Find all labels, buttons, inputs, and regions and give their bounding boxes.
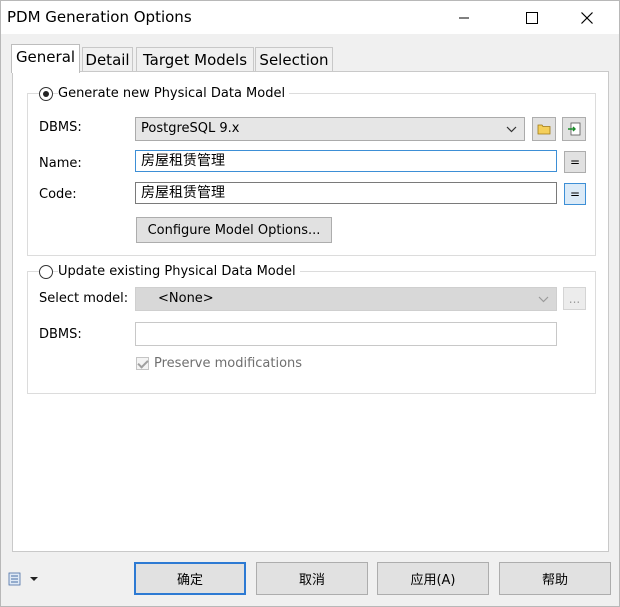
name-equals-button[interactable]: = (564, 151, 586, 173)
close-button[interactable] (564, 1, 610, 34)
tab-detail[interactable]: Detail (82, 47, 133, 72)
pdm-generation-options-window: PDM Generation Options General Detail Ta… (0, 0, 620, 607)
ok-button[interactable]: 确定 (134, 562, 246, 595)
maximize-button[interactable] (509, 1, 555, 34)
name-label: Name: (39, 156, 82, 171)
options-menu-button[interactable] (8, 571, 40, 591)
tab-general[interactable]: General (11, 44, 80, 73)
generate-new-radio[interactable] (39, 87, 53, 101)
update-existing-radio[interactable] (39, 265, 53, 279)
title-bar[interactable]: PDM Generation Options (1, 1, 619, 34)
preserve-modifications-label: Preserve modifications (154, 356, 303, 371)
cancel-button[interactable]: 取消 (256, 562, 368, 595)
import-icon (568, 122, 581, 136)
import-dbms-button[interactable] (562, 117, 586, 141)
preserve-modifications-checkbox[interactable] (136, 357, 149, 370)
chevron-down-icon (506, 126, 517, 133)
apply-button[interactable]: 应用(A) (377, 562, 489, 595)
existing-dbms-field[interactable] (135, 322, 557, 346)
generate-new-label: Generate new Physical Data Model (58, 86, 290, 101)
close-icon (581, 11, 593, 24)
open-dbms-button[interactable] (532, 117, 556, 141)
window-title: PDM Generation Options (7, 8, 192, 26)
tab-selection[interactable]: Selection (255, 47, 333, 72)
code-label: Code: (39, 187, 77, 202)
select-model-label: Select model: (39, 291, 129, 306)
browse-model-button[interactable]: ... (563, 287, 586, 310)
minimize-icon (459, 17, 469, 18)
select-model-select[interactable]: <None> (135, 287, 557, 311)
update-existing-label: Update existing Physical Data Model (58, 264, 300, 279)
code-equals-button[interactable]: = (564, 183, 586, 205)
dbms-select-value: PostgreSQL 9.x (141, 121, 240, 136)
help-button[interactable]: 帮助 (499, 562, 611, 595)
code-field[interactable]: 房屋租赁管理 (135, 182, 557, 204)
configure-model-options-button[interactable]: Configure Model Options... (136, 217, 332, 243)
maximize-icon (526, 11, 538, 24)
existing-dbms-label: DBMS: (39, 327, 82, 342)
dbms-label: DBMS: (39, 120, 82, 135)
name-field[interactable]: 房屋租赁管理 (135, 150, 557, 172)
dbms-select[interactable]: PostgreSQL 9.x (135, 117, 525, 141)
tab-target-models[interactable]: Target Models (136, 47, 254, 72)
general-tab-panel: Generate new Physical Data Model DBMS: P… (12, 71, 609, 552)
minimize-button[interactable] (441, 1, 487, 34)
folder-icon (537, 124, 551, 135)
document-list-icon (8, 572, 38, 586)
chevron-down-icon (538, 296, 549, 303)
select-model-value: <None> (158, 291, 214, 306)
